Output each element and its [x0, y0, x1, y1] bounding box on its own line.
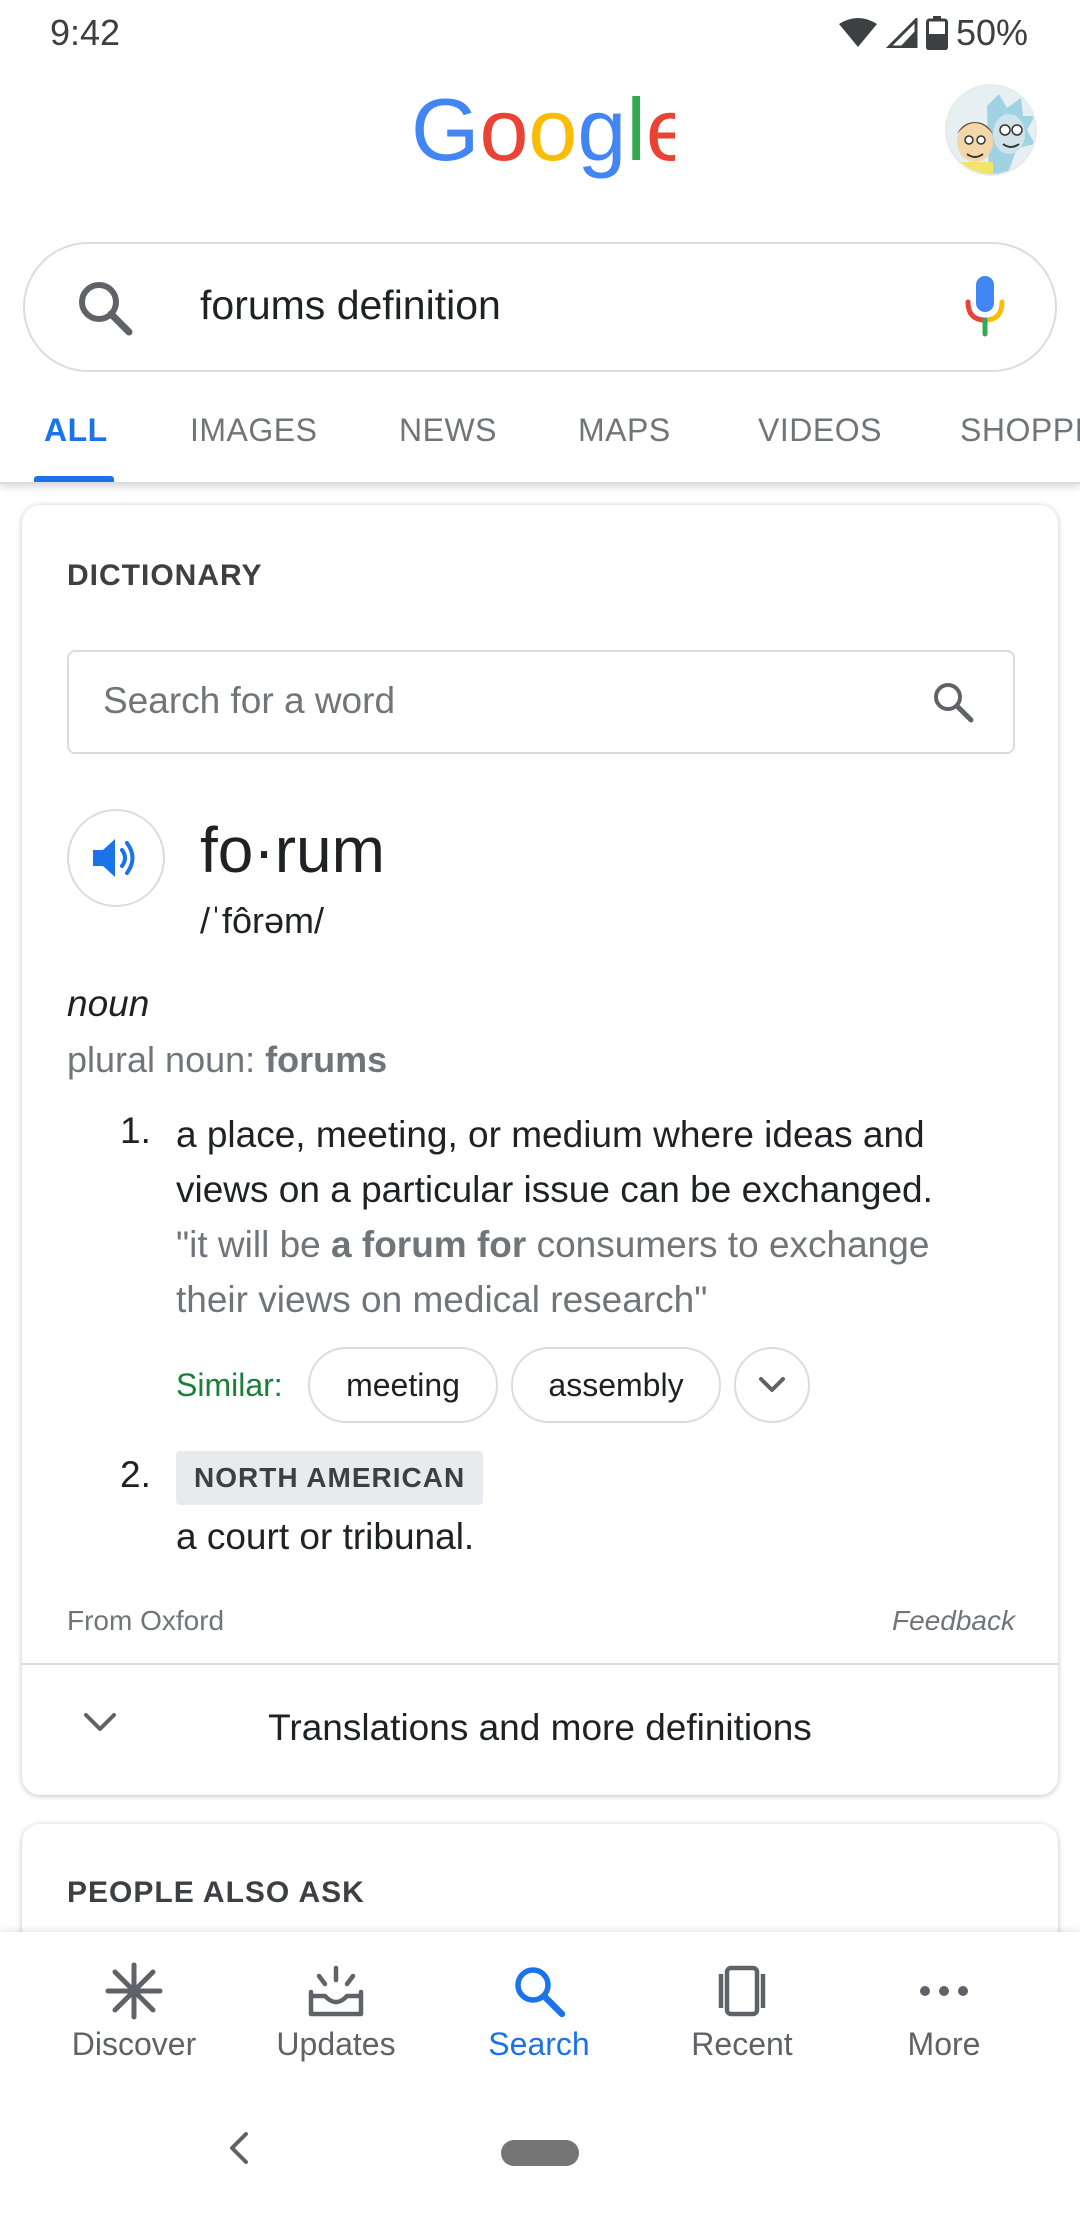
search-icon: [79, 282, 133, 336]
battery-icon: [925, 16, 948, 50]
word-search-placeholder[interactable]: Search for a word: [103, 680, 395, 722]
chevron-down-icon: [759, 1377, 785, 1392]
nav-more[interactable]: More: [864, 1962, 1024, 2063]
more-dots-icon: [920, 1986, 968, 1996]
nav-recent[interactable]: Recent: [662, 1962, 822, 2063]
pronunciation-button[interactable]: [67, 809, 165, 907]
status-time: 9:42: [50, 12, 121, 53]
svg-text:Google: Google: [411, 88, 675, 179]
tab-news[interactable]: NEWS: [399, 412, 497, 449]
nav-label: Recent: [691, 2026, 793, 2062]
tab-maps[interactable]: MAPS: [578, 412, 671, 449]
similar-label: Similar:: [176, 1367, 283, 1403]
plural-form: plural noun: forums: [67, 1039, 387, 1081]
back-icon[interactable]: [224, 2128, 254, 2168]
plural-label: plural noun:: [67, 1039, 266, 1080]
active-tab-indicator: [34, 476, 114, 482]
headword: fo·rum: [200, 814, 385, 886]
search-icon: [515, 1967, 566, 2018]
part-of-speech: noun: [67, 983, 150, 1024]
phonetic-spelling: /ˈfôrəm/: [200, 900, 325, 941]
cell-signal-icon: [885, 18, 918, 48]
source-attribution: From Oxford: [67, 1605, 225, 1636]
nav-label: More: [907, 2026, 981, 2062]
more-definitions-label: Translations and more definitions: [268, 1707, 812, 1748]
definition-number: 2.: [120, 1454, 151, 1495]
expand-similar-button[interactable]: [734, 1347, 810, 1423]
recent-cards-icon: [718, 1965, 766, 2017]
search-input[interactable]: forums definition: [200, 282, 501, 329]
home-pill[interactable]: [501, 2140, 579, 2166]
definition-example: "it will be a forum for consumers to exc…: [176, 1217, 996, 1327]
nav-discover[interactable]: Discover: [54, 1962, 214, 2063]
region-label: NORTH AMERICAN: [176, 1451, 484, 1505]
wifi-icon: [838, 18, 877, 47]
nav-search[interactable]: Search: [459, 1962, 619, 2063]
plural-value: forums: [265, 1039, 388, 1080]
account-avatar[interactable]: [945, 84, 1037, 176]
similar-chip[interactable]: assembly: [511, 1347, 721, 1423]
search-icon[interactable]: [931, 680, 975, 724]
inbox-icon: [308, 1965, 364, 2017]
nav-label: Search: [488, 2026, 590, 2062]
tab-videos[interactable]: VIDEOS: [758, 412, 882, 449]
feedback-link[interactable]: Feedback: [892, 1605, 1015, 1637]
system-navigation-bar: [0, 2082, 1080, 2220]
battery-percent: 50%: [955, 12, 1028, 53]
asterisk-icon: [105, 1962, 163, 2020]
dictionary-title: DICTIONARY: [67, 559, 263, 592]
definition-text: a place, meeting, or medium where ideas …: [176, 1114, 933, 1210]
speaker-icon: [93, 839, 135, 877]
example-highlight: a forum for: [331, 1224, 527, 1265]
microphone-icon[interactable]: [963, 274, 1007, 338]
nav-updates[interactable]: Updates: [256, 1962, 416, 2063]
bottom-navigation: Discover Updates Search Recent More: [0, 1932, 1080, 2082]
status-bar: 9:42 50%: [0, 0, 1080, 66]
people-also-ask-title: PEOPLE ALSO ASK: [67, 1876, 365, 1909]
definition-number: 1.: [120, 1110, 151, 1151]
word-search-field[interactable]: Search for a word: [67, 650, 1015, 754]
nav-label: Updates: [276, 2026, 396, 2062]
tab-shopping[interactable]: SHOPPI: [960, 412, 1080, 449]
definition-text: a court or tribunal.: [176, 1516, 475, 1557]
similar-chip[interactable]: meeting: [308, 1347, 498, 1423]
status-indicators: 50%: [838, 12, 1028, 54]
tab-all[interactable]: ALL: [44, 412, 108, 449]
nav-label: Discover: [71, 2026, 197, 2062]
tab-images[interactable]: IMAGES: [190, 412, 317, 449]
dictionary-card: DICTIONARY Search for a word fo·rum /ˈfô…: [22, 505, 1058, 1795]
google-logo[interactable]: Google: [411, 88, 675, 184]
example-prefix: "it will be: [176, 1224, 332, 1265]
more-definitions-toggle[interactable]: Translations and more definitions: [22, 1665, 1058, 1795]
search-bar[interactable]: forums definition: [23, 242, 1057, 372]
avatar-image: [947, 86, 1035, 174]
search-tabs: ALL IMAGES NEWS MAPS VIDEOS SHOPPI: [0, 380, 1080, 484]
